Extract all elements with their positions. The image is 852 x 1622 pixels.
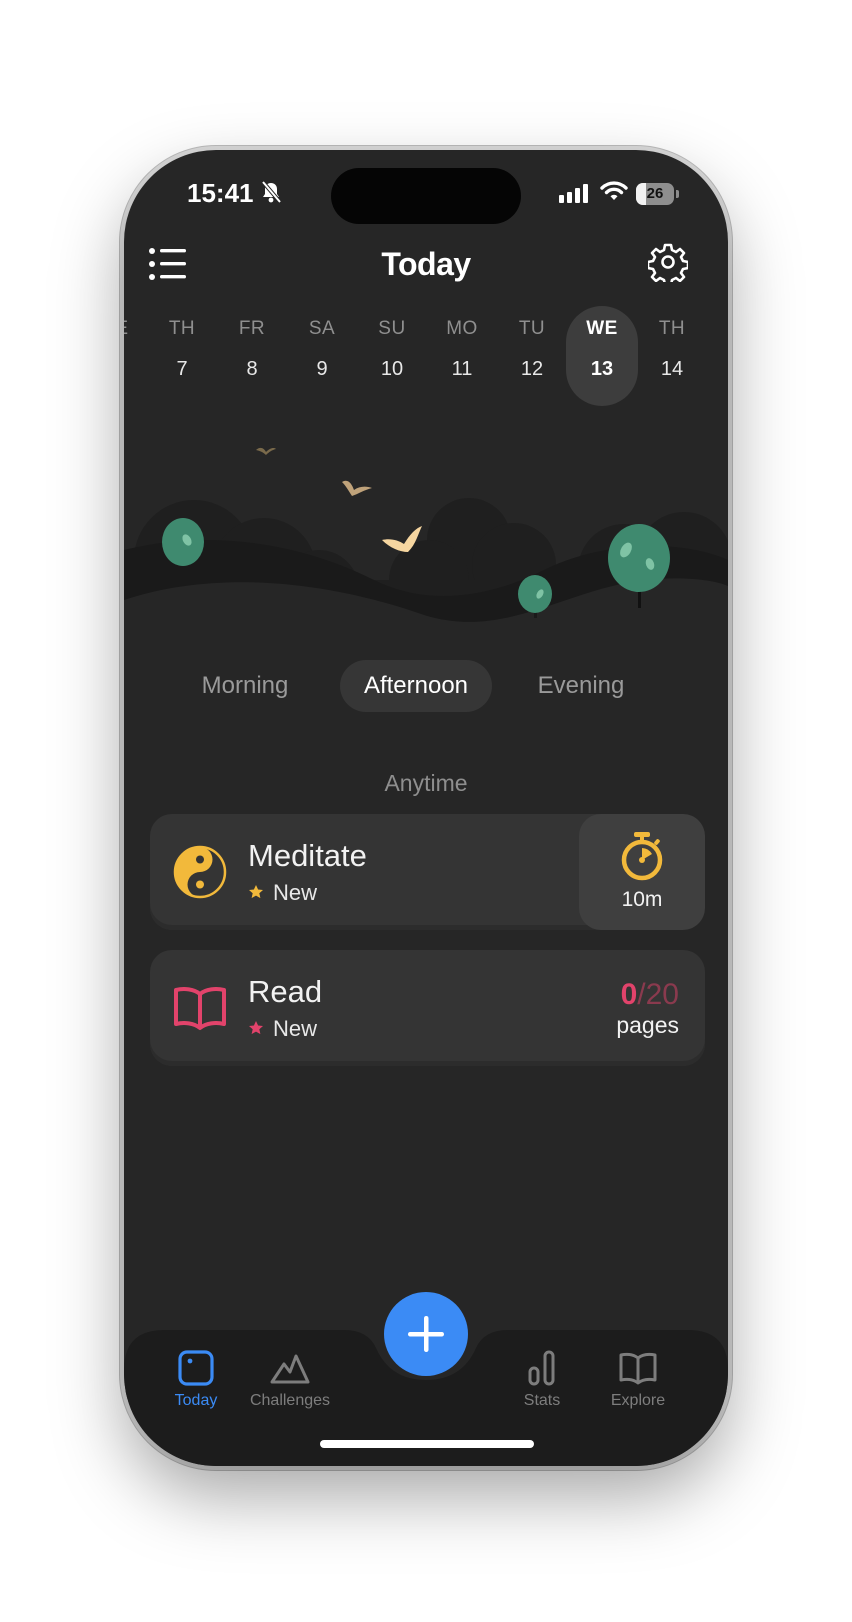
period-tab-afternoon[interactable]: Afternoon xyxy=(340,660,492,712)
bar-chart-icon xyxy=(494,1348,590,1388)
battery-tip xyxy=(676,190,679,198)
settings-gear-icon[interactable] xyxy=(646,242,690,287)
day-item[interactable]: SA 9 xyxy=(286,306,358,406)
habit-name: Read xyxy=(248,974,323,1009)
add-habit-button[interactable] xyxy=(384,1292,468,1376)
habit-status: New xyxy=(248,880,317,906)
phone-screen: 15:41 26 Today TH 7 FR 8 SA 9 SU 10 MO 1… xyxy=(124,150,728,1466)
day-item[interactable]: TH 7 xyxy=(146,306,218,406)
habit-card-meditate[interactable]: Meditate New 10m xyxy=(150,814,705,930)
stopwatch-icon xyxy=(620,830,664,887)
habit-progress: 0/20 pages xyxy=(616,978,679,1039)
home-indicator xyxy=(320,1440,534,1448)
day-item[interactable]: TH 14 xyxy=(636,306,708,406)
habit-status: New xyxy=(248,1016,317,1042)
day-item[interactable]: SU 10 xyxy=(356,306,428,406)
habit-name: Meditate xyxy=(248,838,367,873)
period-tab-evening[interactable]: Evening xyxy=(526,660,636,712)
habit-card-read[interactable]: Read New 0/20 pages xyxy=(150,950,705,1066)
day-item[interactable]: TU 12 xyxy=(496,306,568,406)
progress-unit: pages xyxy=(616,1012,679,1038)
cellular-signal-icon xyxy=(559,184,588,203)
progress-done: 0 xyxy=(620,978,638,1011)
star-icon xyxy=(248,1016,264,1042)
mountain-icon xyxy=(242,1348,338,1388)
week-day-strip: E TH7 FR8 SA9 SU10 MO11 TU12 WE13 TH14 xyxy=(124,306,728,416)
day-item[interactable]: FR 8 xyxy=(216,306,288,406)
period-tab-morning[interactable]: Morning xyxy=(190,660,300,712)
tab-today[interactable]: Today xyxy=(148,1348,244,1410)
progress-target: 20 xyxy=(645,978,679,1011)
book-icon xyxy=(590,1348,686,1388)
battery-indicator: 26 xyxy=(636,183,674,205)
habit-timer-button[interactable]: 10m xyxy=(579,814,705,930)
progress-separator: / xyxy=(637,978,646,1011)
today-icon xyxy=(148,1348,244,1388)
landscape-illustration xyxy=(124,447,728,660)
page-title: Today xyxy=(381,246,471,282)
muted-bell-icon xyxy=(260,180,282,209)
tab-challenges[interactable]: Challenges xyxy=(242,1348,338,1410)
yin-yang-icon xyxy=(172,844,228,900)
tab-stats[interactable]: Stats xyxy=(494,1348,590,1410)
plus-icon xyxy=(408,1316,444,1352)
timer-duration: 10m xyxy=(621,888,663,911)
partial-day-label: E xyxy=(124,306,132,406)
section-label: Anytime xyxy=(384,770,468,796)
status-time: 15:41 xyxy=(187,178,254,208)
star-icon xyxy=(248,880,264,906)
day-period-selector: Morning Afternoon Evening xyxy=(124,660,728,714)
dynamic-island xyxy=(331,168,521,224)
wifi-icon xyxy=(600,180,628,207)
open-book-icon xyxy=(172,980,228,1036)
tab-explore[interactable]: Explore xyxy=(590,1348,686,1410)
day-item[interactable]: MO 11 xyxy=(426,306,498,406)
day-item-selected[interactable]: WE 13 xyxy=(566,306,638,406)
